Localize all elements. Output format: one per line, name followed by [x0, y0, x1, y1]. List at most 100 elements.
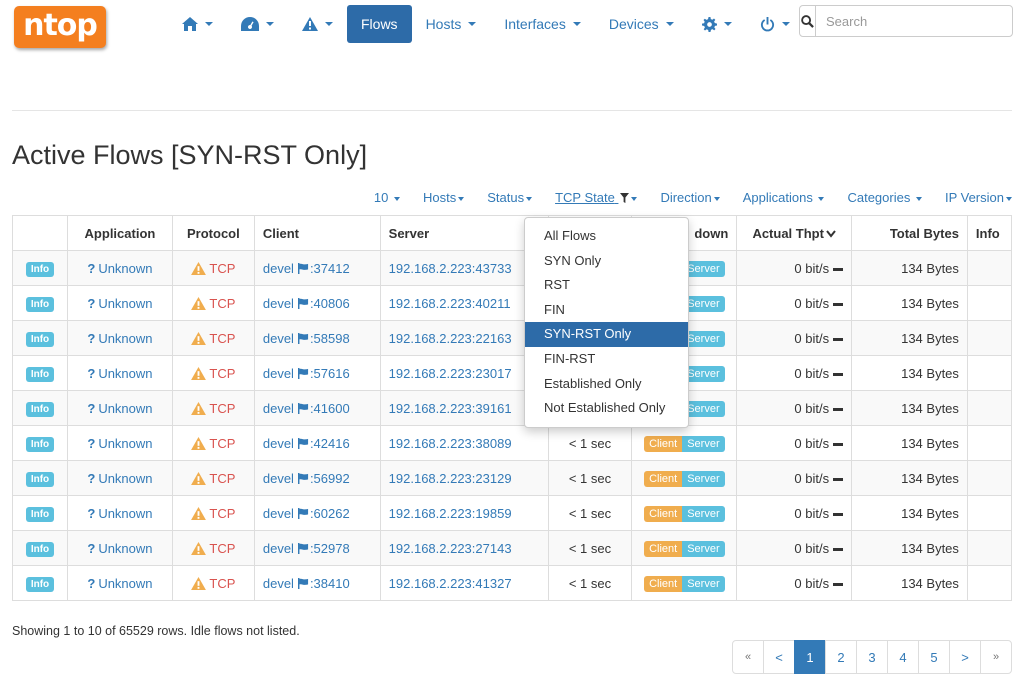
tcp-state-option[interactable]: All Flows: [525, 224, 688, 249]
page-button[interactable]: 1: [794, 640, 826, 674]
client-host-link[interactable]: devel: [263, 436, 294, 451]
ntop-logo[interactable]: ntop: [14, 6, 106, 48]
col-protocol[interactable]: Protocol: [171, 215, 255, 251]
tcp-state-option[interactable]: SYN-RST Only: [525, 322, 688, 347]
server-link[interactable]: 192.168.2.223:38089: [389, 436, 512, 451]
info-button[interactable]: Info: [25, 541, 55, 557]
client-host-link[interactable]: devel: [263, 576, 294, 591]
info-button[interactable]: Info: [25, 506, 55, 522]
client-port-link[interactable]: :41600: [310, 401, 350, 416]
warning-icon: [191, 576, 207, 590]
server-link[interactable]: 192.168.2.223:41327: [389, 576, 512, 591]
hosts-filter[interactable]: Hosts: [423, 190, 465, 205]
nav-hosts[interactable]: Hosts: [412, 5, 491, 43]
application-link[interactable]: Unknown: [98, 436, 152, 451]
search-button[interactable]: [800, 6, 816, 36]
col-application[interactable]: Application: [66, 215, 173, 251]
status-filter[interactable]: Status: [487, 190, 533, 205]
tcp-state-option[interactable]: Not Established Only: [525, 396, 688, 421]
client-host-link[interactable]: devel: [263, 296, 294, 311]
client-host-link[interactable]: devel: [263, 366, 294, 381]
client-port-link[interactable]: :38410: [310, 576, 350, 591]
client-host-link[interactable]: devel: [263, 261, 294, 276]
col-total-bytes[interactable]: Total Bytes: [851, 215, 968, 251]
application-link[interactable]: Unknown: [98, 401, 152, 416]
application-link[interactable]: Unknown: [98, 471, 152, 486]
page-button[interactable]: 3: [856, 640, 888, 674]
question-icon: ?: [87, 400, 96, 416]
server-link[interactable]: 192.168.2.223:22163: [389, 331, 512, 346]
server-link[interactable]: 192.168.2.223:39161: [389, 401, 512, 416]
client-host-link[interactable]: devel: [263, 506, 294, 521]
application-link[interactable]: Unknown: [98, 541, 152, 556]
tcp-state-option[interactable]: SYN Only: [525, 249, 688, 274]
direction-filter[interactable]: Direction: [660, 190, 720, 205]
duration-cell: < 1 sec: [547, 530, 633, 566]
client-port-link[interactable]: :57616: [310, 366, 350, 381]
nav-power[interactable]: [746, 5, 804, 43]
page-button[interactable]: 5: [918, 640, 950, 674]
client-port-link[interactable]: :37412: [310, 261, 350, 276]
application-link[interactable]: Unknown: [98, 296, 152, 311]
client-port-link[interactable]: :52978: [310, 541, 350, 556]
client-host-link[interactable]: devel: [263, 471, 294, 486]
page-size-dropdown[interactable]: 10: [374, 190, 400, 205]
nav-flows[interactable]: Flows: [347, 5, 412, 43]
breakdown-cell: ClientServer: [631, 530, 738, 566]
client-port-link[interactable]: :60262: [310, 506, 350, 521]
page-button[interactable]: »: [980, 640, 1012, 674]
nav-alerts[interactable]: [288, 5, 347, 43]
client-port-link[interactable]: :56992: [310, 471, 350, 486]
server-link[interactable]: 192.168.2.223:43733: [389, 261, 512, 276]
page-button[interactable]: 4: [887, 640, 919, 674]
page-button[interactable]: <: [763, 640, 795, 674]
nav-dashboard[interactable]: [227, 5, 288, 43]
client-port-link[interactable]: :40806: [310, 296, 350, 311]
server-link[interactable]: 192.168.2.223:40211: [389, 296, 511, 311]
application-link[interactable]: Unknown: [98, 331, 152, 346]
col-actual-thpt[interactable]: Actual Thpt: [736, 215, 853, 251]
server-link[interactable]: 192.168.2.223:19859: [389, 506, 512, 521]
info-button[interactable]: Info: [25, 331, 55, 347]
application-link[interactable]: Unknown: [98, 506, 152, 521]
client-port-link[interactable]: :42416: [310, 436, 350, 451]
tcp-state-filter[interactable]: TCP State: [555, 190, 638, 205]
client-host-link[interactable]: devel: [263, 401, 294, 416]
nav-devices[interactable]: Devices: [595, 5, 688, 43]
protocol-cell: TCP: [171, 425, 255, 461]
info-button[interactable]: Info: [25, 576, 55, 592]
tcp-state-option[interactable]: FIN: [525, 298, 688, 323]
application-link[interactable]: Unknown: [98, 261, 152, 276]
server-link[interactable]: 192.168.2.223:27143: [389, 541, 512, 556]
client-host-link[interactable]: devel: [263, 541, 294, 556]
page-button[interactable]: 2: [825, 640, 857, 674]
info-button[interactable]: Info: [25, 471, 55, 487]
application-link[interactable]: Unknown: [98, 576, 152, 591]
nav-home[interactable]: [168, 5, 227, 43]
info-button[interactable]: Info: [25, 401, 55, 417]
ip-version-filter[interactable]: IP Version: [945, 190, 1012, 205]
server-link[interactable]: 192.168.2.223:23129: [389, 471, 512, 486]
tcp-state-option[interactable]: Established Only: [525, 372, 688, 397]
col-client[interactable]: Client: [253, 215, 381, 251]
info-button[interactable]: Info: [25, 296, 55, 312]
info-button[interactable]: Info: [25, 261, 55, 277]
minus-icon: [833, 582, 844, 586]
info-cell: Info: [12, 565, 68, 601]
info-button[interactable]: Info: [25, 366, 55, 382]
tcp-state-option[interactable]: RST: [525, 273, 688, 298]
nav-interfaces[interactable]: Interfaces: [490, 5, 594, 43]
col-server[interactable]: Server: [379, 215, 549, 251]
tcp-state-option[interactable]: FIN-RST: [525, 347, 688, 372]
nav-settings[interactable]: [688, 5, 746, 43]
page-button[interactable]: >: [949, 640, 981, 674]
categories-filter[interactable]: Categories: [847, 190, 922, 205]
client-host-link[interactable]: devel: [263, 331, 294, 346]
page-button[interactable]: «: [732, 640, 764, 674]
applications-filter[interactable]: Applications: [743, 190, 825, 205]
client-port-link[interactable]: :58598: [310, 331, 350, 346]
server-link[interactable]: 192.168.2.223:23017: [389, 366, 512, 381]
search-input[interactable]: [816, 6, 1012, 36]
info-button[interactable]: Info: [25, 436, 55, 452]
application-link[interactable]: Unknown: [98, 366, 152, 381]
